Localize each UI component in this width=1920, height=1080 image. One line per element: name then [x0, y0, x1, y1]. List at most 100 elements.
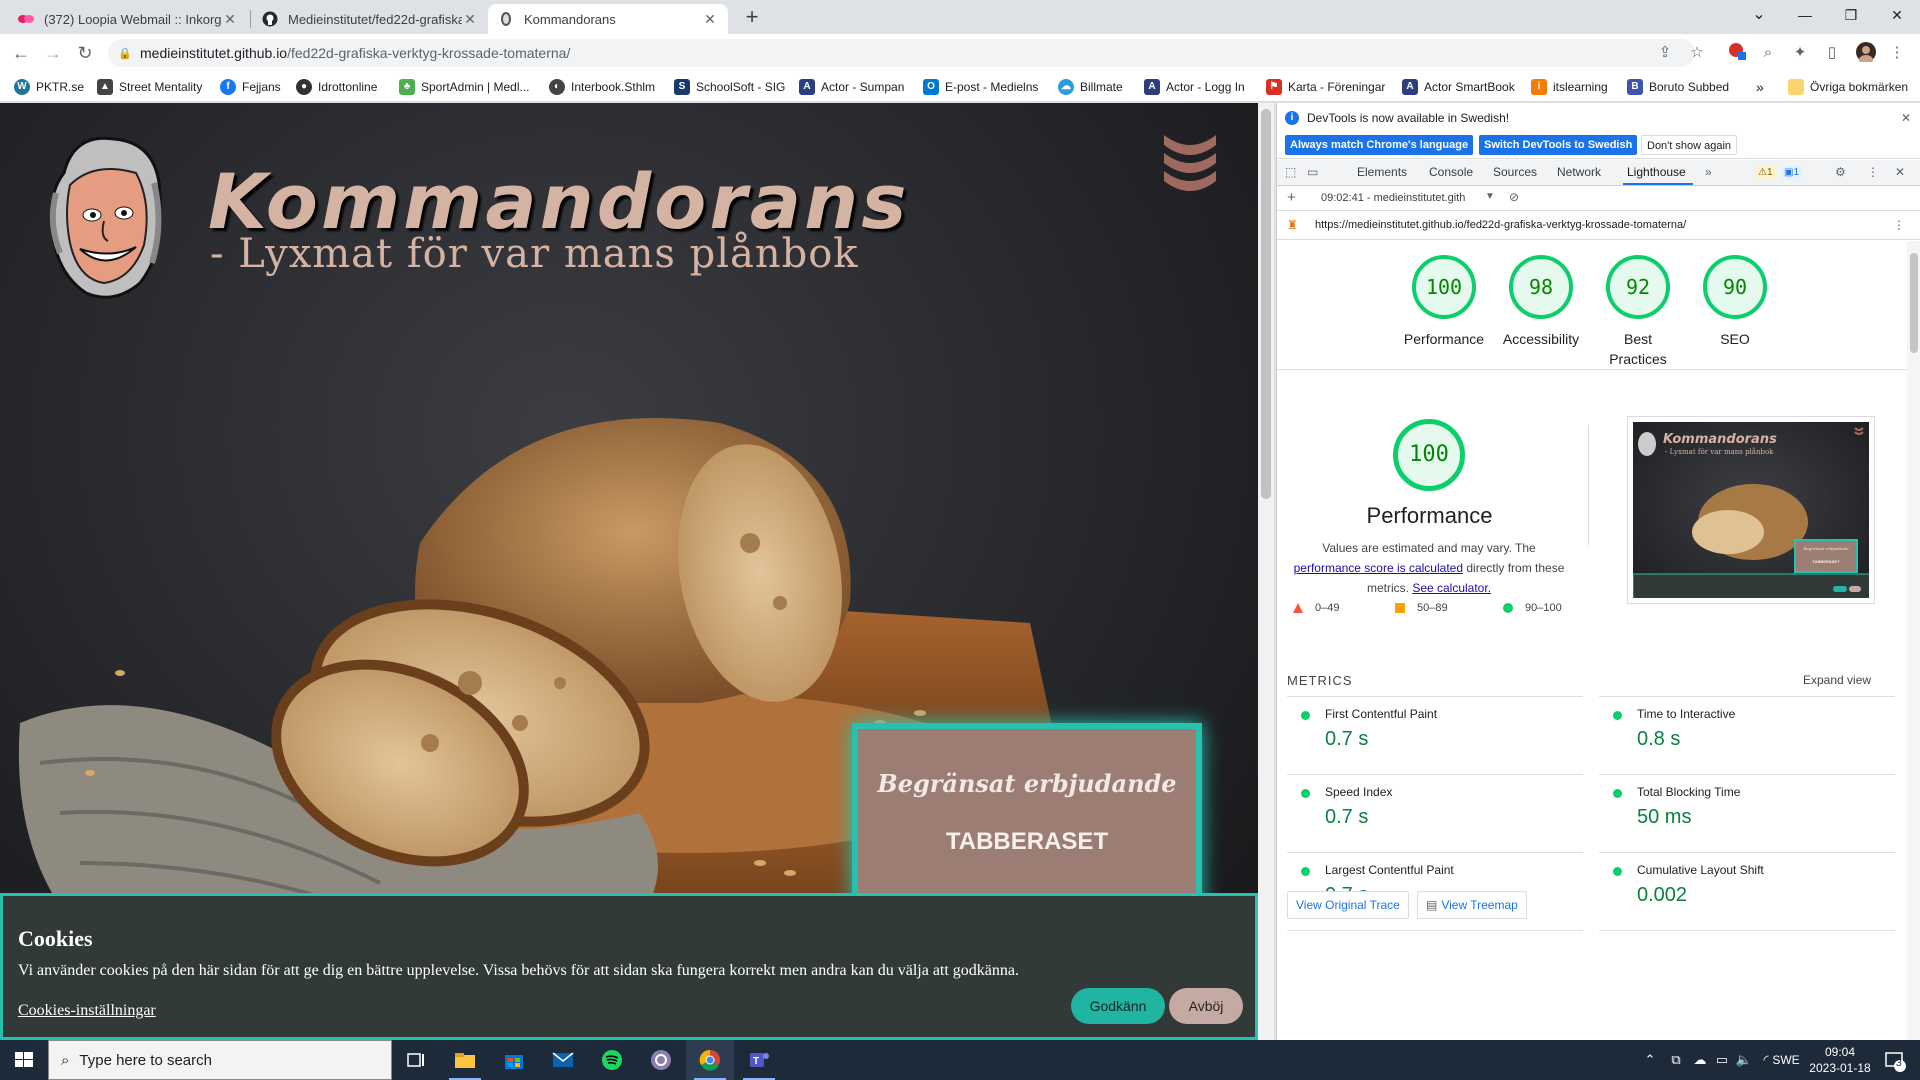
see-calculator-link[interactable]: See calculator. — [1412, 581, 1491, 595]
cookie-settings-link[interactable]: Cookies-inställningar — [18, 1002, 156, 1020]
bookmark-item[interactable]: A Actor - Sumpan — [799, 79, 904, 95]
extension-red-icon[interactable] — [1726, 42, 1748, 64]
close-icon[interactable]: ✕ — [1901, 111, 1911, 125]
tab-console[interactable]: Console — [1429, 165, 1473, 179]
close-devtools-icon[interactable]: ✕ — [1895, 165, 1905, 179]
thumbnail-offer-title: Begränsat erbjudande — [1803, 546, 1849, 551]
close-tab-icon[interactable]: ✕ — [702, 11, 718, 28]
chrome-icon[interactable] — [686, 1040, 734, 1080]
view-treemap-button[interactable]: ▤ View Treemap — [1417, 891, 1527, 919]
bookmark-item[interactable]: ⚑ Karta - Föreningar — [1266, 79, 1385, 95]
report-scrollbar[interactable] — [1907, 241, 1920, 1040]
close-tab-icon[interactable]: ✕ — [462, 11, 478, 28]
tab-elements[interactable]: Elements — [1357, 165, 1407, 179]
report-url[interactable]: https://medieinstitutet.github.io/fed22d… — [1315, 219, 1686, 231]
tab-loopia-webmail[interactable]: (372) Loopia Webmail :: Inkorg ✕ — [8, 4, 248, 34]
page-scrollbar[interactable] — [1258, 103, 1274, 1040]
scrollbar-thumb[interactable] — [1910, 253, 1918, 353]
tab-network[interactable]: Network — [1557, 165, 1601, 179]
switch-swedish-button[interactable]: Switch DevTools to Swedish — [1479, 135, 1638, 155]
bookmarks-overflow-button[interactable]: » — [1756, 79, 1764, 95]
address-bar[interactable]: 🔒 medieinstitutet.github.io/fed22d-grafi… — [108, 39, 1695, 67]
device-toolbar-icon[interactable]: ▭ — [1307, 165, 1318, 179]
messages-badge[interactable]: ▣1 — [1781, 166, 1803, 180]
mail-icon[interactable] — [539, 1040, 587, 1080]
minimize-button[interactable]: — — [1782, 0, 1828, 30]
notifications-icon[interactable]: 3 — [1880, 1040, 1910, 1080]
spotify-icon[interactable] — [588, 1040, 636, 1080]
microsoft-store-icon[interactable] — [490, 1040, 538, 1080]
tab-github[interactable]: Medieinstitutet/fed22d-grafiska- ✕ — [252, 4, 488, 34]
forward-button[interactable]: → — [40, 40, 66, 66]
start-button[interactable] — [0, 1040, 48, 1080]
close-window-button[interactable]: ✕ — [1874, 0, 1920, 30]
network-icon[interactable]: ▭ — [1712, 1040, 1732, 1080]
new-report-icon[interactable]: + — [1287, 189, 1296, 206]
task-view-icon[interactable] — [392, 1040, 440, 1080]
app-swirl-icon[interactable] — [637, 1040, 685, 1080]
hamburger-menu-icon[interactable] — [1160, 129, 1220, 195]
view-original-trace-button[interactable]: View Original Trace — [1287, 891, 1409, 919]
bookmark-item[interactable]: O E-post - Medielns — [923, 79, 1038, 95]
bookmark-item[interactable]: S SchoolSoft - SIG — [674, 79, 785, 95]
devtools-menu-icon[interactable]: ⋮ — [1867, 165, 1879, 179]
cookie-accept-button[interactable]: Godkänn — [1071, 988, 1165, 1024]
bookmark-item[interactable]: ▲ Street Mentality — [97, 79, 202, 95]
tray-overflow-icon[interactable]: ⌃ — [1640, 1040, 1660, 1080]
final-screenshot-thumbnail[interactable]: Kommandorans - Lyxmat för var mans plånb… — [1627, 416, 1875, 604]
settings-gear-icon[interactable]: ⚙ — [1835, 165, 1846, 179]
bookmark-item[interactable]: W PKTR.se — [14, 79, 84, 95]
score-seo[interactable]: 90 SEO — [1685, 255, 1785, 349]
teams-icon[interactable]: T — [735, 1040, 783, 1080]
tab-sources[interactable]: Sources — [1493, 165, 1537, 179]
chrome-menu-icon[interactable]: ⋮ — [1886, 42, 1908, 64]
restore-button[interactable]: ❐ — [1828, 0, 1874, 30]
bookmark-item[interactable]: A Actor - Logg In — [1144, 79, 1245, 95]
bookmark-item[interactable]: ◐ Interbook.Sthlm — [549, 79, 655, 95]
tab-search-icon[interactable]: ⌄ — [1736, 0, 1782, 30]
file-explorer-icon[interactable] — [441, 1040, 489, 1080]
taskbar-search-box[interactable]: ⌕ Type here to search — [48, 1040, 392, 1080]
bookmark-item[interactable]: B Boruto Subbed — [1627, 79, 1729, 95]
dont-show-again-button[interactable]: Don't show again — [1641, 135, 1738, 155]
bookmark-item[interactable]: f Fejjans — [220, 79, 281, 95]
expand-view-toggle[interactable]: Expand view — [1803, 673, 1871, 687]
clear-reports-icon[interactable]: ⊘ — [1509, 190, 1519, 204]
match-language-button[interactable]: Always match Chrome's language — [1285, 135, 1474, 155]
score-calculated-link[interactable]: performance score is calculated — [1294, 561, 1463, 575]
reload-button[interactable]: ↻ — [72, 40, 98, 66]
inspect-element-icon[interactable]: ⬚ — [1285, 165, 1296, 179]
report-menu-icon[interactable]: ⋮ — [1893, 218, 1905, 232]
bookmark-item[interactable]: ● Idrottonline — [296, 79, 377, 95]
more-tabs-button[interactable]: » — [1705, 165, 1712, 179]
performance-description: Values are estimated and may vary. The p… — [1293, 541, 1565, 595]
side-panel-icon[interactable]: ▯ — [1821, 42, 1843, 64]
tray-app-icon[interactable]: ⧉ — [1666, 1040, 1686, 1080]
tab-lighthouse[interactable]: Lighthouse — [1627, 165, 1686, 179]
tab-kommandorans[interactable]: Kommandorans ✕ — [488, 4, 728, 34]
report-selector[interactable]: 09:02:41 - medieinstitutet.gith — [1321, 192, 1465, 204]
score-accessibility[interactable]: 98 Accessibility — [1491, 255, 1591, 349]
extension-search-icon[interactable]: ⌕ — [1757, 42, 1779, 64]
bookmark-item[interactable]: A Actor SmartBook — [1402, 79, 1515, 95]
volume-icon[interactable]: 🔈 — [1734, 1040, 1754, 1080]
bookmark-item[interactable]: ♣ SportAdmin | Medl... — [399, 79, 530, 95]
cookie-reject-button[interactable]: Avböj — [1169, 988, 1243, 1024]
profile-avatar[interactable] — [1855, 42, 1877, 65]
back-button[interactable]: ← — [8, 40, 34, 66]
warnings-badge[interactable]: ⚠1 — [1755, 166, 1776, 180]
extensions-puzzle-icon[interactable]: ✦ — [1789, 42, 1811, 64]
bookmark-item[interactable]: ☁ Billmate — [1058, 79, 1123, 95]
bookmark-star-icon[interactable]: ☆ — [1686, 42, 1708, 64]
new-tab-button[interactable]: + — [738, 4, 766, 32]
chevron-down-icon[interactable]: ▼ — [1485, 191, 1495, 202]
other-bookmarks-folder[interactable]: Övriga bokmärken — [1788, 79, 1908, 95]
bookmark-item[interactable]: i itslearning — [1531, 79, 1608, 95]
onedrive-icon[interactable]: ☁ — [1690, 1040, 1710, 1080]
share-icon[interactable]: ⇪ — [1654, 42, 1676, 64]
clock[interactable]: 09:04 2023-01-18 — [1800, 1040, 1880, 1080]
score-best-practices[interactable]: 92 Best Practices — [1588, 255, 1688, 369]
close-tab-icon[interactable]: ✕ — [222, 11, 238, 28]
scrollbar-thumb[interactable] — [1261, 109, 1271, 499]
score-performance[interactable]: 100 Performance — [1394, 255, 1494, 349]
